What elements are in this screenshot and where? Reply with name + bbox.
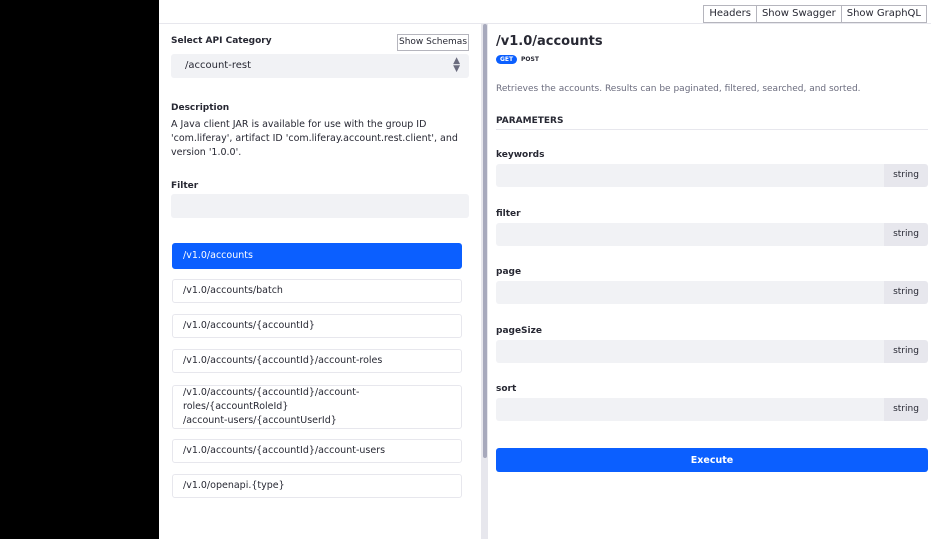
endpoint-item-label: /v1.0/accounts [183,250,253,261]
category-select[interactable]: /account-rest ▲ ▼ [171,54,469,78]
filter-label: Filter [171,181,199,191]
param-label-pagesize: pageSize [496,326,542,336]
show-schemas-button[interactable]: Show Schemas [397,34,469,51]
endpoint-item-label: /v1.0/accounts/{accountId}/account-roles [183,355,383,366]
execute-button[interactable]: Execute [496,448,928,472]
show-graphql-button[interactable]: Show GraphQL [840,5,927,23]
endpoint-item[interactable]: /v1.0/accounts/batch [172,279,462,303]
param-type-addon: string [884,281,928,304]
endpoint-item[interactable]: /v1.0/openapi.{type} [172,474,462,498]
endpoint-item[interactable]: /v1.0/accounts/{accountId}/account-roles… [172,385,462,429]
endpoint-item-label: /v1.0/openapi.{type} [183,480,285,491]
param-label-page: page [496,267,522,277]
param-label-filter: filter [496,209,521,219]
filter-input[interactable] [171,194,469,218]
param-input-sort[interactable] [496,398,884,421]
endpoint-item[interactable]: /v1.0/accounts/{accountId}/account-users [172,439,462,463]
show-swagger-button[interactable]: Show Swagger [755,5,842,23]
endpoint-title: /v1.0/accounts [496,34,603,49]
param-type-addon: string [884,398,928,421]
parameters-divider [496,129,928,130]
param-type-addon: string [884,340,928,363]
endpoint-item[interactable]: /v1.0/accounts/{accountId} [172,314,462,338]
api-explorer: Headers Show Swagger Show GraphQL Select… [159,0,931,539]
description-label: Description [171,103,230,113]
method-badge-post[interactable]: POST [521,55,539,64]
param-label-sort: sort [496,384,517,394]
sidebar-scrollbar-thumb[interactable] [483,24,487,458]
endpoint-detail-panel: /v1.0/accounts GET POST Retrieves the ac… [496,24,928,539]
headers-button[interactable]: Headers [703,5,757,23]
toolbar-button-group: Headers Show Swagger Show GraphQL [703,5,927,23]
param-type-addon: string [884,164,928,187]
category-label: Select API Category [171,36,272,46]
category-sidebar: Select API Category Show Schemas /accoun… [159,24,481,539]
select-arrows-icon: ▲ ▼ [453,56,460,74]
endpoint-item[interactable]: /v1.0/accounts [172,243,462,269]
category-select-value: /account-rest [185,60,251,71]
endpoint-item-label: /v1.0/accounts/{accountId} [183,320,315,331]
param-input-pagesize[interactable] [496,340,884,363]
param-input-page[interactable] [496,281,884,304]
param-type-addon: string [884,223,928,246]
param-label-keywords: keywords [496,150,545,160]
endpoint-description: Retrieves the accounts. Results can be p… [496,84,861,94]
endpoint-item-label: /v1.0/accounts/{accountId}/account-roles… [183,387,360,426]
endpoint-item-label: /v1.0/accounts/{accountId}/account-users [183,445,386,456]
param-input-filter[interactable] [496,223,884,246]
top-toolbar: Headers Show Swagger Show GraphQL [159,0,931,24]
endpoint-item[interactable]: /v1.0/accounts/{accountId}/account-roles [172,349,462,373]
endpoint-item-label: /v1.0/accounts/batch [183,285,283,296]
method-badge-get[interactable]: GET [496,55,518,64]
description-text: A Java client JAR is available for use w… [171,119,458,158]
param-input-keywords[interactable] [496,164,884,187]
parameters-heading: PARAMETERS [496,116,564,126]
viewport: Headers Show Swagger Show GraphQL Select… [0,0,931,539]
